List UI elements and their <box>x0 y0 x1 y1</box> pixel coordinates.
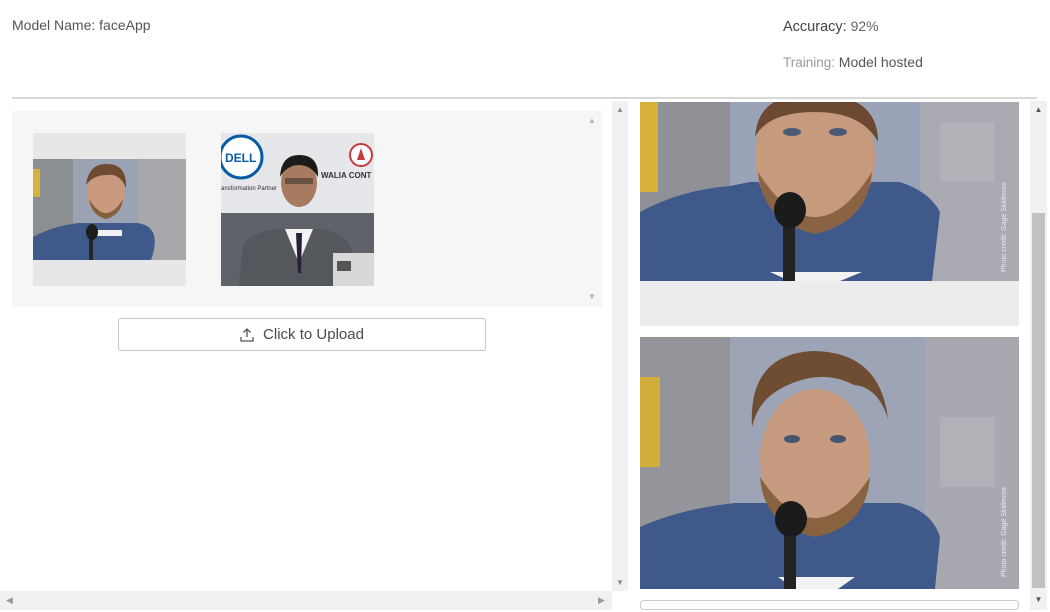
scroll-up-arrow[interactable]: ▲ <box>612 105 628 115</box>
training-label: Training: <box>783 55 836 70</box>
thumbnail-gallery[interactable]: DELL ansformation Partner WALIA CONT ▲ ▼ <box>12 111 602 307</box>
training-status: Training: Model hosted <box>783 54 923 70</box>
banner-dell-text: DELL <box>225 151 256 165</box>
thumbnail-photo-man <box>33 159 186 260</box>
right-vertical-scrollbar[interactable]: ▲ ▼ <box>1030 101 1047 610</box>
accuracy-value: 92% <box>850 18 879 34</box>
upload-button[interactable]: Click to Upload <box>118 318 486 351</box>
scroll-down-arrow[interactable]: ▼ <box>612 578 628 588</box>
thumbnail-image[interactable]: DELL ansformation Partner WALIA CONT <box>221 133 374 286</box>
upload-icon <box>240 327 254 342</box>
result-card: Photo credit: Gage Skidmore <box>640 337 1019 589</box>
gallery-scroll-up-arrow[interactable]: ▲ <box>587 116 597 126</box>
accuracy-readout: Accuracy: 92% <box>783 18 879 35</box>
photo-credit-text: Photo credit: Gage Skidmore <box>1001 182 1008 272</box>
thumbnail-image[interactable] <box>33 133 186 286</box>
scroll-down-arrow[interactable]: ▼ <box>1030 595 1047 605</box>
left-horizontal-scrollbar[interactable]: ◀ ▶ <box>0 591 612 610</box>
scrollbar-thumb[interactable] <box>1032 213 1045 588</box>
scroll-left-arrow[interactable]: ◀ <box>6 595 13 606</box>
scroll-right-arrow[interactable]: ▶ <box>598 595 605 606</box>
result-photo-full: Photo credit: Gage Skidmore <box>640 337 1019 589</box>
result-card-partial <box>640 600 1019 610</box>
upload-button-label: Click to Upload <box>263 326 364 343</box>
banner-company-text: WALIA CONT <box>321 171 371 180</box>
result-photo-face-crop: Photo credit: Gage Skidmore <box>640 102 1019 281</box>
photo-credit-text: Photo credit: Gage Skidmore <box>1001 487 1008 577</box>
model-name: Model Name: faceApp <box>12 17 151 33</box>
training-value: Model hosted <box>838 54 923 70</box>
scroll-up-arrow[interactable]: ▲ <box>1030 105 1047 115</box>
result-card: Photo credit: Gage Skidmore <box>640 102 1019 326</box>
gallery-scroll-down-arrow[interactable]: ▼ <box>587 292 597 302</box>
accuracy-label: Accuracy: <box>783 19 847 35</box>
left-vertical-scrollbar[interactable]: ▲ ▼ <box>612 101 628 591</box>
thumbnail-photo-presenter: DELL ansformation Partner WALIA CONT <box>221 133 374 286</box>
header-divider <box>12 97 1037 99</box>
banner-tagline-text: ansformation Partner <box>221 186 277 192</box>
